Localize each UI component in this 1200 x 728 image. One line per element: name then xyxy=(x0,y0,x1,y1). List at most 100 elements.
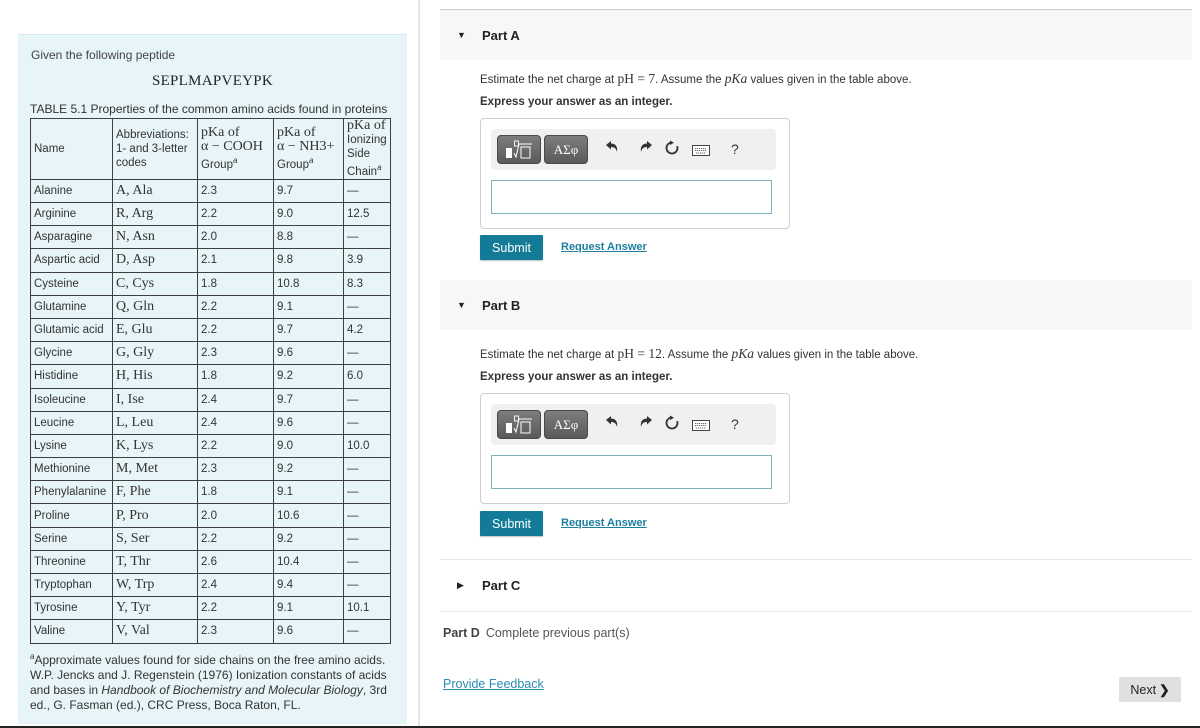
part-b-answer-box: ΑΣφ ? xyxy=(480,393,790,504)
cell-name: Glycine xyxy=(30,341,113,366)
cell-pka-cooh: 1.8 xyxy=(197,480,274,505)
next-button[interactable]: Next ❯ xyxy=(1119,677,1181,702)
part-a-request-answer-link[interactable]: Request Answer xyxy=(561,241,647,253)
intro-text: Given the following peptide xyxy=(31,48,176,62)
table-row: Alanine A, Ala 2.3 9.7— xyxy=(30,178,391,204)
cell-abbreviation: H, His xyxy=(112,364,198,389)
chevron-right-icon: ❯ xyxy=(1159,683,1170,697)
cell-name: Cysteine xyxy=(30,271,113,296)
cell-pka-cooh: 2.4 xyxy=(197,410,274,435)
cell-pka-cooh: 2.2 xyxy=(197,433,274,459)
cell-pka-cooh: 2.0 xyxy=(197,503,274,528)
undo-icon[interactable] xyxy=(605,140,619,159)
cell-pka-side-chain: 6.0 xyxy=(343,364,391,389)
part-a-answer-input[interactable] xyxy=(491,180,772,214)
cell-pka-nh3: 9.4 xyxy=(273,573,344,598)
part-b-answer-input[interactable] xyxy=(491,455,772,489)
part-b-instruction: Express your answer as an integer. xyxy=(480,371,673,383)
help-icon[interactable]: ? xyxy=(731,140,739,158)
parts-column: ▼ Part A Estimate the net charge at pH =… xyxy=(440,0,1192,728)
cell-pka-cooh: 2.2 xyxy=(197,526,274,551)
cell-pka-nh3: 9.7 xyxy=(273,387,344,412)
cell-pka-cooh: 2.4 xyxy=(197,573,274,598)
header-pka-cooh: pKa of α − COOH Groupa xyxy=(197,118,274,180)
cell-name: Arginine xyxy=(30,202,113,227)
cell-pka-nh3: 9.2 xyxy=(273,526,344,551)
cell-abbreviation: S, Ser xyxy=(112,526,198,551)
cell-abbreviation: P, Pro xyxy=(112,503,198,528)
column-divider xyxy=(418,0,420,728)
part-b-request-answer-link[interactable]: Request Answer xyxy=(561,517,647,529)
problem-intro-panel: Given the following peptide SEPLMAPVEYPK… xyxy=(18,34,407,724)
reset-icon[interactable] xyxy=(664,415,680,436)
cell-pka-cooh: 2.2 xyxy=(197,317,274,343)
cell-abbreviation: Q, Gln xyxy=(112,294,198,319)
cell-pka-nh3: 9.6 xyxy=(273,619,344,644)
collapse-triangle-icon: ▼ xyxy=(457,300,466,310)
table-row: Leucine L, Leu 2.4 9.6— xyxy=(30,410,391,435)
part-b-submit-button[interactable]: Submit xyxy=(480,511,543,536)
cell-pka-cooh: 2.2 xyxy=(197,596,274,621)
templates-icon xyxy=(506,415,532,433)
symbols-icon: ΑΣφ xyxy=(553,141,579,157)
symbols-button[interactable]: ΑΣφ xyxy=(544,410,588,439)
table-caption: TABLE 5.1 Properties of the common amino… xyxy=(30,102,388,116)
table-row: Lysine K, Lys 2.2 9.0 10.0 xyxy=(30,433,391,459)
cell-name: Tryptophan xyxy=(30,573,113,598)
symbols-button[interactable]: ΑΣφ xyxy=(544,135,588,164)
part-a-header[interactable]: ▼ Part A xyxy=(440,10,1192,60)
cell-name: Phenylalanine xyxy=(30,480,113,505)
redo-icon[interactable] xyxy=(639,415,653,434)
cell-name: Glutamic acid xyxy=(30,317,113,343)
cell-pka-cooh: 2.2 xyxy=(197,202,274,227)
cell-abbreviation: T, Thr xyxy=(112,549,198,575)
cell-pka-cooh: 1.8 xyxy=(197,364,274,389)
cell-abbreviation: Y, Tyr xyxy=(112,596,198,621)
cell-pka-side-chain: — xyxy=(343,480,391,505)
table-footnote: aApproximate values found for side chain… xyxy=(30,652,387,712)
cell-pka-side-chain: 3.9 xyxy=(343,248,391,273)
part-b-header[interactable]: ▼ Part B xyxy=(440,280,1192,330)
help-icon[interactable]: ? xyxy=(731,415,739,433)
cell-pka-nh3: 9.8 xyxy=(273,248,344,273)
part-d-label: Part D xyxy=(443,626,480,640)
table-row: Methionine M, Met 2.3 9.2— xyxy=(30,457,391,482)
header-pka-nh3: pKa of α − NH3+ Groupa xyxy=(273,118,344,180)
cell-pka-side-chain: — xyxy=(343,294,391,319)
cell-abbreviation: E, Glu xyxy=(112,317,198,343)
provide-feedback-link[interactable]: Provide Feedback xyxy=(443,677,544,691)
cell-pka-cooh: 2.0 xyxy=(197,225,274,250)
templates-button[interactable] xyxy=(497,410,541,439)
cell-name: Valine xyxy=(30,619,113,644)
keyboard-icon[interactable] xyxy=(692,418,710,436)
table-row: Cysteine C, Cys 1.8 10.8 8.3 xyxy=(30,271,391,296)
cell-name: Threonine xyxy=(30,549,113,575)
undo-icon[interactable] xyxy=(605,415,619,434)
header-name: Name xyxy=(30,118,113,180)
part-c-header[interactable]: ▶ Part C xyxy=(440,559,1192,612)
keyboard-icon[interactable] xyxy=(692,143,710,161)
cell-abbreviation: F, Phe xyxy=(112,480,198,505)
templates-button[interactable] xyxy=(497,135,541,164)
reset-icon[interactable] xyxy=(664,140,680,161)
part-a-submit-button[interactable]: Submit xyxy=(480,235,543,260)
cell-name: Proline xyxy=(30,503,113,528)
cell-pka-nh3: 9.2 xyxy=(273,457,344,482)
cell-pka-cooh: 2.3 xyxy=(197,457,274,482)
cell-abbreviation: I, Ise xyxy=(112,387,198,412)
templates-icon xyxy=(506,140,532,158)
cell-abbreviation: V, Val xyxy=(112,619,198,644)
cell-name: Serine xyxy=(30,526,113,551)
cell-pka-side-chain: 10.1 xyxy=(343,596,391,621)
cell-name: Aspartic acid xyxy=(30,248,113,273)
cell-name: Glutamine xyxy=(30,294,113,319)
cell-pka-nh3: 9.0 xyxy=(273,202,344,227)
cell-name: Methionine xyxy=(30,457,113,482)
table-row: Arginine R, Arg 2.2 9.0 12.5 xyxy=(30,202,391,227)
cell-abbreviation: W, Trp xyxy=(112,573,198,598)
problem-intro-column: Given the following peptide SEPLMAPVEYPK… xyxy=(0,0,418,728)
redo-icon[interactable] xyxy=(639,140,653,159)
cell-pka-nh3: 9.6 xyxy=(273,341,344,366)
cell-pka-side-chain: — xyxy=(343,341,391,366)
table-row: Tyrosine Y, Tyr 2.2 9.1 10.1 xyxy=(30,596,391,621)
